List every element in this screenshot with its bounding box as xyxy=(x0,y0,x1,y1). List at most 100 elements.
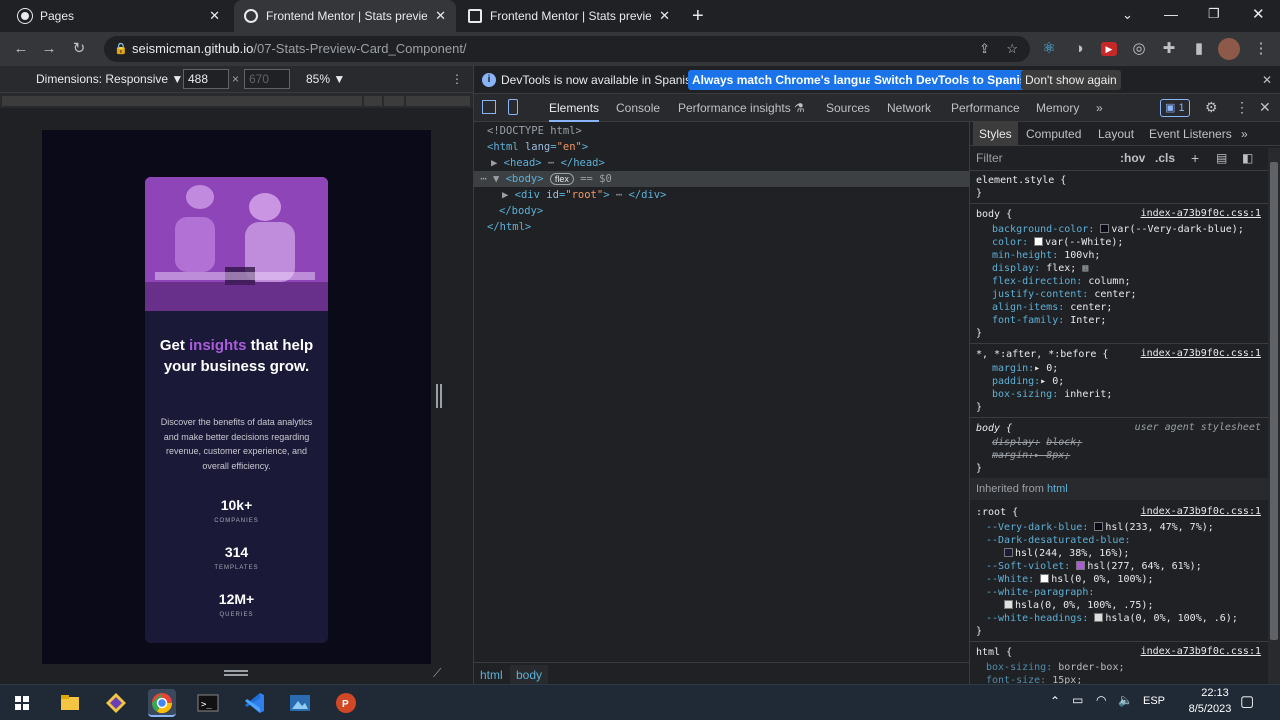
flex-badge[interactable]: flex xyxy=(549,173,574,185)
terminal-icon[interactable]: >_ xyxy=(194,689,222,717)
styles-filter-input[interactable]: Filter xyxy=(976,146,1003,171)
media-query-bar[interactable] xyxy=(0,92,473,108)
styles-scrollbar[interactable] xyxy=(1268,148,1280,684)
tab-search-icon[interactable]: ⌄ xyxy=(1122,7,1133,23)
vscode-icon[interactable] xyxy=(240,689,268,717)
dimensions-dropdown[interactable]: Dimensions: Responsive ▼ xyxy=(36,66,183,92)
hov-toggle[interactable]: :hov xyxy=(1120,146,1145,171)
resize-handle-bottom[interactable] xyxy=(224,670,248,676)
width-input[interactable]: 488 xyxy=(183,69,229,89)
tab-pages[interactable]: Pages ✕ xyxy=(8,0,230,32)
color-swatch[interactable] xyxy=(1076,561,1086,570)
minimize-icon[interactable]: — xyxy=(1164,6,1178,22)
new-rule-icon[interactable]: + xyxy=(1191,146,1199,171)
scrollbar-thumb[interactable] xyxy=(1270,162,1278,640)
prop-html-box-sizing[interactable]: box-sizing: border-box; xyxy=(986,661,1125,674)
prop-background-color[interactable]: background-color: var(--Very-dark-blue); xyxy=(992,223,1244,236)
inspect-element-icon[interactable] xyxy=(482,100,496,114)
dom-head[interactable]: ▶ <head> ⋯ </head> xyxy=(491,155,605,171)
dom-html[interactable]: <html lang="en"> xyxy=(487,139,588,155)
source-link[interactable]: index-a73b9f0c.css:1 xyxy=(1141,646,1261,657)
expand-arrow-icon[interactable]: ▶ xyxy=(491,157,504,169)
input-language[interactable]: ESP xyxy=(1143,695,1165,707)
avatar[interactable] xyxy=(1218,38,1240,60)
color-swatch[interactable] xyxy=(1094,613,1104,622)
var-white[interactable]: --White: hsl(0, 0%, 100%); xyxy=(986,573,1154,586)
color-swatch[interactable] xyxy=(1004,600,1013,609)
tab-stats-preview-active[interactable]: Frontend Mentor | Stats preview ✕ xyxy=(234,0,456,32)
device-menu-icon[interactable]: ⋮ xyxy=(451,66,463,92)
tab-stats-preview[interactable]: Frontend Mentor | Stats preview ✕ xyxy=(458,0,680,32)
rule-ua-body-selector[interactable]: body { xyxy=(976,422,1012,435)
cls-toggle[interactable]: .cls xyxy=(1155,146,1175,171)
close-icon[interactable]: ✕ xyxy=(209,8,220,24)
extension-react-icon[interactable]: ⚛ xyxy=(1038,38,1060,60)
tab-elements[interactable]: Elements xyxy=(549,94,600,122)
color-swatch[interactable] xyxy=(1094,522,1104,531)
prop-display[interactable]: display: flex; ▦ xyxy=(992,262,1088,275)
toggle-sidebar-icon[interactable]: ◧ xyxy=(1242,146,1253,171)
source-link[interactable]: index-a73b9f0c.css:1 xyxy=(1141,506,1261,517)
prop-box-sizing[interactable]: box-sizing: inherit; xyxy=(992,388,1112,401)
restore-icon[interactable]: ❐ xyxy=(1208,6,1220,22)
more-style-tabs-icon[interactable]: » xyxy=(1241,122,1248,146)
match-language-button[interactable]: Always match Chrome's language xyxy=(688,70,891,90)
flexbox-editor-icon[interactable]: ▦ xyxy=(1082,263,1088,274)
device-toggle-icon[interactable] xyxy=(508,99,518,115)
notifications-icon[interactable]: ▢ xyxy=(1240,692,1254,710)
var-very-dark-blue[interactable]: --Very-dark-blue: hsl(233, 47%, 7%); xyxy=(986,521,1214,534)
color-swatch[interactable] xyxy=(1100,224,1110,233)
color-swatch[interactable] xyxy=(1004,548,1013,557)
dom-doctype[interactable]: <!DOCTYPE html> xyxy=(487,123,582,139)
git-client-icon[interactable] xyxy=(102,689,130,717)
rule-body-selector[interactable]: body { xyxy=(976,208,1012,221)
devtools-close-icon[interactable]: ✕ xyxy=(1259,99,1271,116)
extension-video-icon[interactable]: ▶ xyxy=(1101,42,1117,56)
prop-html-font-size[interactable]: font-size: 15px; xyxy=(986,674,1082,684)
dont-show-again-button[interactable]: Don't show again xyxy=(1021,70,1121,90)
rule-element-style[interactable]: element.style { xyxy=(976,174,1066,187)
chrome-taskbar-icon[interactable] xyxy=(148,689,176,717)
resize-handle-right[interactable] xyxy=(436,384,442,408)
more-tabs-icon[interactable]: » xyxy=(1096,94,1103,122)
tab-network[interactable]: Network xyxy=(887,94,931,122)
address-bar[interactable]: 🔒 seismicman.github.io/07-Stats-Preview-… xyxy=(104,36,1030,62)
tab-layout[interactable]: Layout xyxy=(1098,122,1134,146)
tab-event-listeners[interactable]: Event Listeners xyxy=(1149,122,1232,146)
tab-computed[interactable]: Computed xyxy=(1026,122,1081,146)
window-close-icon[interactable]: ✕ xyxy=(1252,5,1265,23)
height-input[interactable]: 670 xyxy=(244,69,290,89)
prop-margin[interactable]: margin:▸ 0; xyxy=(992,362,1058,375)
issues-badge[interactable]: ▣ 1 xyxy=(1160,99,1190,117)
forward-icon[interactable]: → xyxy=(38,38,60,60)
prop-min-height[interactable]: min-height: 100vh; xyxy=(992,249,1100,262)
source-link[interactable]: index-a73b9f0c.css:1 xyxy=(1141,348,1261,359)
bookmark-star-icon[interactable]: ☆ xyxy=(1006,36,1018,62)
source-link[interactable]: index-a73b9f0c.css:1 xyxy=(1141,208,1261,219)
var-dark-desaturated-blue-value[interactable]: hsl(244, 38%, 16%); xyxy=(1004,547,1129,560)
dom-div-root[interactable]: ▶ <div id="root"> ⋯ </div> xyxy=(502,187,666,203)
prop-justify-content[interactable]: justify-content: center; xyxy=(992,288,1137,301)
prop-align-items[interactable]: align-items: center; xyxy=(992,301,1112,314)
new-tab-icon[interactable]: + xyxy=(692,5,704,28)
dom-body-close[interactable]: </body> xyxy=(499,203,543,219)
infobar-close-icon[interactable]: ✕ xyxy=(1262,66,1272,94)
paint-icon[interactable]: ▤ xyxy=(1216,146,1227,171)
clock-date[interactable]: 8/5/2023 xyxy=(1177,703,1243,715)
wifi-icon[interactable]: ◠ xyxy=(1096,693,1106,707)
prop-font-family[interactable]: font-family: Inter; xyxy=(992,314,1106,327)
color-swatch[interactable] xyxy=(1040,574,1050,583)
tab-performance[interactable]: Performance xyxy=(951,94,1020,122)
close-icon[interactable]: ✕ xyxy=(659,8,670,24)
back-icon[interactable]: ← xyxy=(10,38,32,60)
var-white-headings[interactable]: --white-headings: hsla(0, 0%, 100%, .6); xyxy=(986,612,1238,625)
rule-root-selector[interactable]: :root { xyxy=(976,506,1018,519)
extension-target-icon[interactable]: ◎ xyxy=(1128,38,1150,60)
rule-universal-selector[interactable]: *, *:after, *:before { xyxy=(976,348,1108,361)
var-soft-violet[interactable]: --Soft-violet: hsl(277, 64%, 61%); xyxy=(986,560,1202,573)
tab-memory[interactable]: Memory xyxy=(1036,94,1079,122)
reload-icon[interactable]: ↻ xyxy=(68,38,90,60)
tray-chevron-icon[interactable]: ⌃ xyxy=(1050,694,1060,708)
var-white-paragraph[interactable]: --white-paragraph: xyxy=(986,586,1094,599)
volume-icon[interactable]: 🔈 xyxy=(1118,693,1133,707)
